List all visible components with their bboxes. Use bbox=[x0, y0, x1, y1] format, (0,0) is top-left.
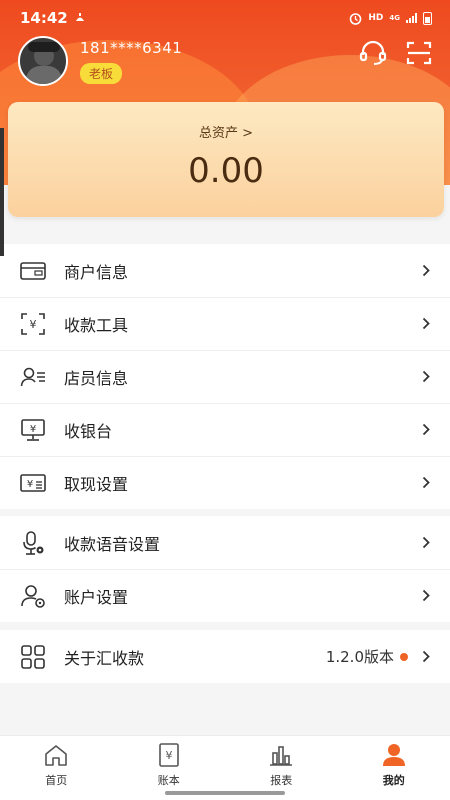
svg-text:¥: ¥ bbox=[27, 479, 33, 490]
report-icon bbox=[267, 742, 295, 768]
menu-item-about[interactable]: 关于汇收款 1.2.0版本 bbox=[0, 630, 450, 683]
nav-label: 我的 bbox=[382, 774, 405, 787]
chevron-right-icon bbox=[420, 370, 432, 384]
cashier-monitor-icon: ¥ bbox=[19, 416, 47, 444]
menu-item-account-settings[interactable]: 账户设置 bbox=[0, 569, 450, 622]
role-badge: 老板 bbox=[80, 62, 123, 84]
total-assets-label[interactable]: 总资产 > bbox=[8, 122, 444, 141]
customer-service-button[interactable] bbox=[358, 38, 388, 68]
chevron-right-icon bbox=[420, 536, 432, 550]
nav-label: 首页 bbox=[45, 774, 68, 787]
menu-label: 商户信息 bbox=[64, 262, 129, 282]
merchant-card-icon bbox=[19, 257, 47, 285]
phone-number: 181****6341 bbox=[80, 38, 183, 57]
account-settings-icon bbox=[19, 582, 47, 610]
status-time: 14:42 bbox=[20, 9, 68, 27]
battery-icon bbox=[423, 11, 432, 25]
update-dot bbox=[400, 652, 408, 661]
scan-icon bbox=[406, 41, 432, 65]
svg-text:¥: ¥ bbox=[165, 749, 172, 762]
menu-item-voice-settings[interactable]: 收款语音设置 bbox=[0, 516, 450, 569]
notification-icon bbox=[75, 13, 84, 21]
menu-group-about: 关于汇收款 1.2.0版本 bbox=[0, 630, 450, 683]
status-bar: 14:42 HD 4G bbox=[0, 0, 450, 36]
nav-home[interactable]: 首页 bbox=[0, 736, 113, 800]
version-label: 1.2.0版本 bbox=[325, 648, 394, 666]
home-indicator[interactable] bbox=[165, 791, 285, 795]
total-assets-value: 0.00 bbox=[188, 151, 264, 191]
ledger-icon: ¥ bbox=[155, 742, 183, 768]
network-label: HD bbox=[368, 13, 384, 23]
signal-icon bbox=[406, 13, 417, 23]
profile-info: 181****6341 老板 bbox=[80, 39, 182, 84]
menu-group-business: 商户信息 ¥ 收款工具 店员信息 ¥ 收银台 ¥ 取现设置 bbox=[0, 244, 450, 509]
scan-button[interactable] bbox=[404, 38, 434, 68]
edge-indicator bbox=[0, 128, 4, 256]
menu-group-settings: 收款语音设置 账户设置 bbox=[0, 516, 450, 622]
chevron-right-icon bbox=[420, 650, 432, 664]
nav-profile[interactable]: 我的 bbox=[338, 736, 450, 800]
status-indicators: HD 4G bbox=[349, 11, 432, 25]
signal-label: 4G bbox=[389, 14, 400, 22]
grid-apps-icon bbox=[19, 643, 47, 671]
menu-label: 关于汇收款 bbox=[64, 648, 145, 668]
menu-label: 收银台 bbox=[64, 421, 113, 441]
payment-scan-icon: ¥ bbox=[19, 310, 47, 338]
staff-icon bbox=[19, 363, 47, 391]
chevron-right-icon bbox=[420, 264, 432, 278]
menu-item-staff-info[interactable]: 店员信息 bbox=[0, 350, 450, 403]
total-assets-card[interactable]: 总资产 > 0.00 bbox=[8, 102, 444, 217]
svg-text:¥: ¥ bbox=[30, 424, 36, 435]
header-actions bbox=[358, 38, 434, 68]
chevron-right-icon bbox=[420, 317, 432, 331]
nav-label: 报表 bbox=[270, 774, 293, 787]
home-icon bbox=[42, 742, 70, 768]
avatar[interactable] bbox=[18, 36, 68, 86]
menu-label: 店员信息 bbox=[64, 368, 129, 388]
chevron-right-icon bbox=[420, 476, 432, 490]
alarm-icon bbox=[350, 12, 362, 25]
menu-label: 收款工具 bbox=[64, 315, 129, 335]
menu-item-merchant-info[interactable]: 商户信息 bbox=[0, 244, 450, 297]
chevron-right-icon bbox=[420, 423, 432, 437]
voice-settings-icon bbox=[19, 529, 47, 557]
menu-item-withdraw-settings[interactable]: ¥ 取现设置 bbox=[0, 456, 450, 509]
svg-text:¥: ¥ bbox=[30, 318, 37, 331]
profile-icon bbox=[380, 742, 408, 768]
menu-item-cashier[interactable]: ¥ 收银台 bbox=[0, 403, 450, 456]
chevron-right-icon bbox=[420, 589, 432, 603]
status-time-group: 14:42 bbox=[20, 9, 86, 27]
menu-label: 账户设置 bbox=[64, 587, 129, 607]
profile-header[interactable]: 181****6341 老板 bbox=[18, 36, 182, 86]
withdraw-icon: ¥ bbox=[19, 469, 47, 497]
menu-label: 收款语音设置 bbox=[64, 534, 161, 554]
nav-label: 账本 bbox=[157, 774, 180, 787]
menu-item-payment-tools[interactable]: ¥ 收款工具 bbox=[0, 297, 450, 350]
menu-label: 取现设置 bbox=[64, 474, 129, 494]
headset-icon bbox=[359, 40, 387, 65]
